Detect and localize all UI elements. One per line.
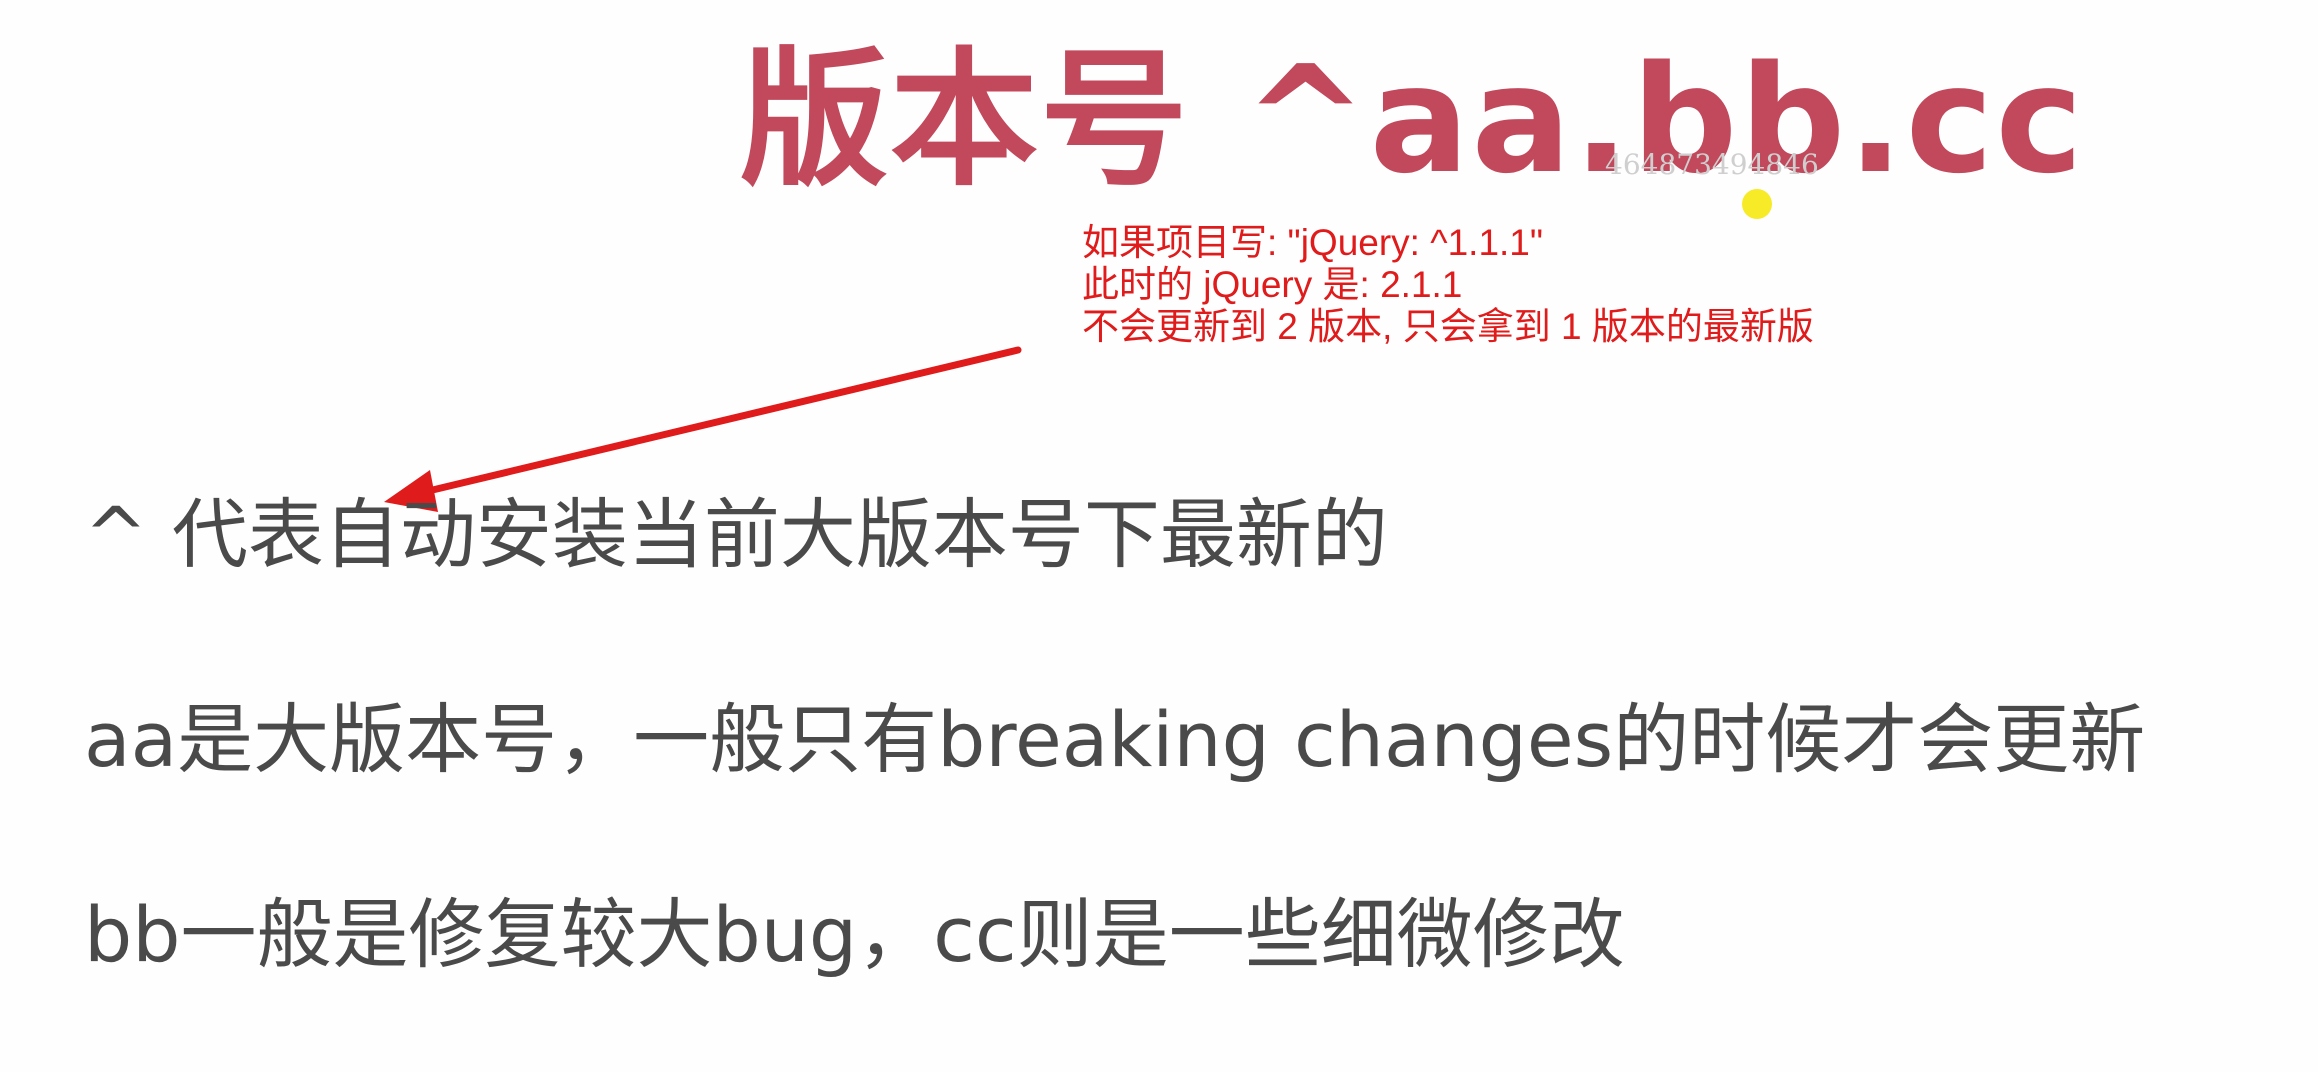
annotation-line: 如果项目写: "jQuery: ^1.1.1" <box>1082 222 1544 263</box>
body-line-major: aa是大版本号，一般只有breaking changes的时候才会更新 <box>84 695 2146 784</box>
annotation-note: 如果项目写: "jQuery: ^1.1.1" 此时的 jQuery 是: 2.… <box>1082 222 1814 348</box>
watermark: 464873494846 <box>1605 148 1819 181</box>
annotation-line: 不会更新到 2 版本, 只会拿到 1 版本的最新版 <box>1082 306 1814 347</box>
arrow-shaft <box>416 346 1022 497</box>
annotation-line: 此时的 jQuery 是: 2.1.1 <box>1082 264 1463 305</box>
cursor-highlight <box>1742 189 1772 219</box>
slide: 版本号 ^aa.bb.cc 464873494846 如果项目写: "jQuer… <box>0 0 2318 1072</box>
body-line-caret: ^ 代表自动安装当前大版本号下最新的 <box>84 490 1388 579</box>
slide-title: 版本号 ^aa.bb.cc <box>740 34 2086 206</box>
body-line-minor-patch: bb一般是修复较大bug，cc则是一些细微修改 <box>84 890 1625 979</box>
